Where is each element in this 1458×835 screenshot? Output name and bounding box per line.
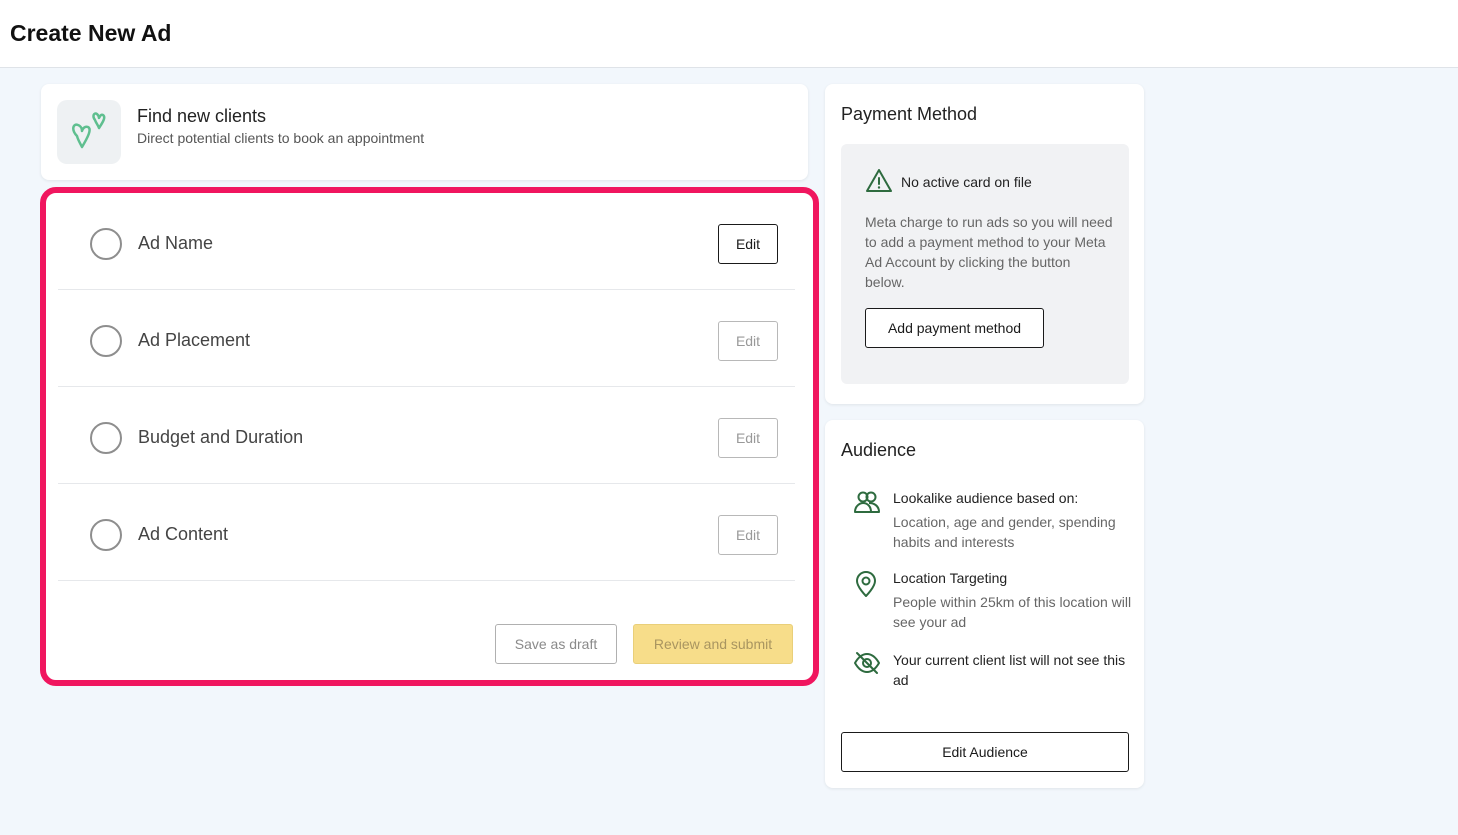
step-ad-name: Ad Name Edit [58, 193, 795, 290]
audience-item-lookalike: Lookalike audience based on: Location, a… [841, 490, 1131, 554]
location-pin-icon [856, 571, 876, 597]
edit-budget-duration-button[interactable]: Edit [718, 418, 778, 458]
step-status-circle [90, 228, 122, 260]
warning-icon [866, 169, 892, 192]
hearts-logo-icon [57, 100, 121, 164]
step-label: Budget and Duration [138, 427, 304, 447]
step-budget-duration: Budget and Duration Edit [58, 387, 795, 484]
users-icon [854, 491, 880, 513]
top-bar: Create New Ad [0, 0, 1458, 68]
payment-warning-box: No active card on file Meta charge to ru… [841, 144, 1129, 384]
payment-method-card: Payment Method No active card on file Me… [825, 84, 1144, 404]
payment-description: Meta charge to run ads so you will need … [865, 214, 1113, 290]
step-status-circle [90, 422, 122, 454]
review-and-submit-button[interactable]: Review and submit [633, 624, 793, 664]
step-label: Ad Placement [138, 330, 251, 350]
audience-item-title: Your current client list will not see th… [893, 652, 1126, 688]
audience-item-title: Location Targeting [893, 570, 1008, 586]
audience-item-location: Location Targeting People within 25km of… [841, 570, 1131, 634]
page-title: Create New Ad [10, 20, 172, 46]
step-ad-placement: Ad Placement Edit [58, 290, 795, 387]
step-label: Ad Content [138, 524, 229, 544]
audience-card-title: Audience [841, 440, 917, 460]
step-status-circle [90, 519, 122, 551]
audience-item-exclusion: Your current client list will not see th… [841, 650, 1131, 694]
objective-title: Find new clients [137, 106, 267, 126]
ad-steps-card: Ad Name Edit Ad Placement Edit Budget an… [40, 187, 819, 686]
objective-card: Find new clients Direct potential client… [41, 84, 808, 180]
no-card-warning-text: No active card on file [901, 174, 1032, 190]
audience-item-description: People within 25km of this location will… [893, 594, 1132, 630]
edit-ad-content-button[interactable]: Edit [718, 515, 778, 555]
objective-description: Direct potential clients to book an appo… [137, 130, 425, 146]
step-status-circle [90, 325, 122, 357]
step-label: Ad Name [138, 233, 214, 253]
add-payment-method-button[interactable]: Add payment method [865, 308, 1044, 348]
audience-item-title: Lookalike audience based on: [893, 490, 1079, 506]
edit-audience-button[interactable]: Edit Audience [841, 732, 1129, 772]
payment-card-title: Payment Method [841, 104, 978, 124]
audience-card: Audience Lookalike audience based on: Lo… [825, 420, 1144, 788]
step-ad-content: Ad Content Edit [58, 484, 795, 581]
edit-ad-name-button[interactable]: Edit [718, 224, 778, 264]
audience-item-description: Location, age and gender, spending habit… [893, 514, 1116, 550]
edit-ad-placement-button[interactable]: Edit [718, 321, 778, 361]
save-as-draft-button[interactable]: Save as draft [495, 624, 617, 664]
eye-off-icon [854, 652, 880, 674]
